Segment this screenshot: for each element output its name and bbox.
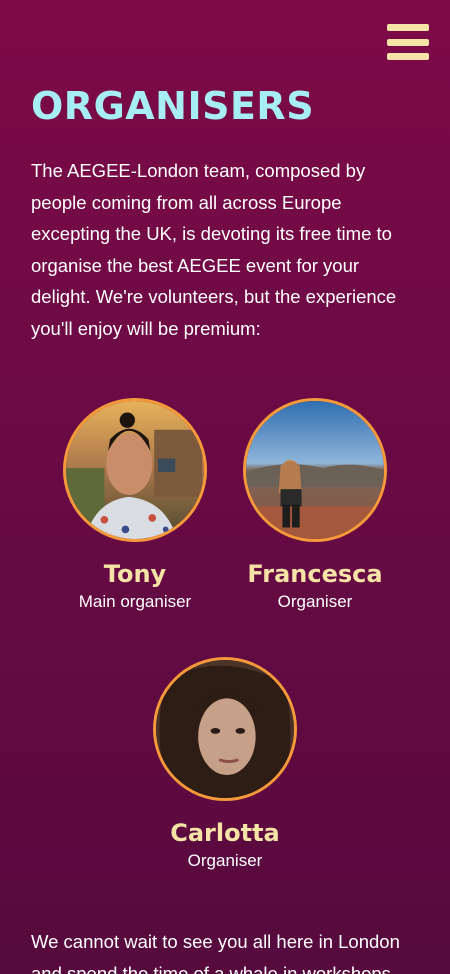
member-card-francesca: Francesca Organiser [225, 398, 405, 612]
avatar-tony [63, 398, 207, 542]
member-role: Organiser [277, 592, 353, 611]
avatar-carlotta [153, 657, 297, 801]
outro-paragraph: We cannot wait to see you all here in Lo… [31, 926, 423, 974]
menu-bar [387, 38, 429, 46]
intro-paragraph: The AEGEE-London team, composed by peopl… [31, 160, 397, 339]
member-card-carlotta: Carlotta Organiser [135, 657, 315, 871]
outro-line: and spend the time of a whale in worksho… [31, 962, 391, 974]
menu-bar [387, 53, 429, 60]
member-role: Organiser [187, 851, 263, 870]
menu-bar [387, 24, 429, 31]
page-title: ORGANISERS [31, 84, 315, 128]
member-card-tony: Tony Main organiser [45, 398, 225, 612]
member-name: Francesca [247, 560, 383, 588]
member-name: Tony [103, 560, 167, 588]
menu-button[interactable] [387, 24, 429, 60]
outro-line: We cannot wait to see you all here in Lo… [31, 931, 400, 952]
member-name: Carlotta [170, 819, 280, 847]
member-role: Main organiser [78, 592, 192, 611]
avatar-francesca [243, 398, 387, 542]
